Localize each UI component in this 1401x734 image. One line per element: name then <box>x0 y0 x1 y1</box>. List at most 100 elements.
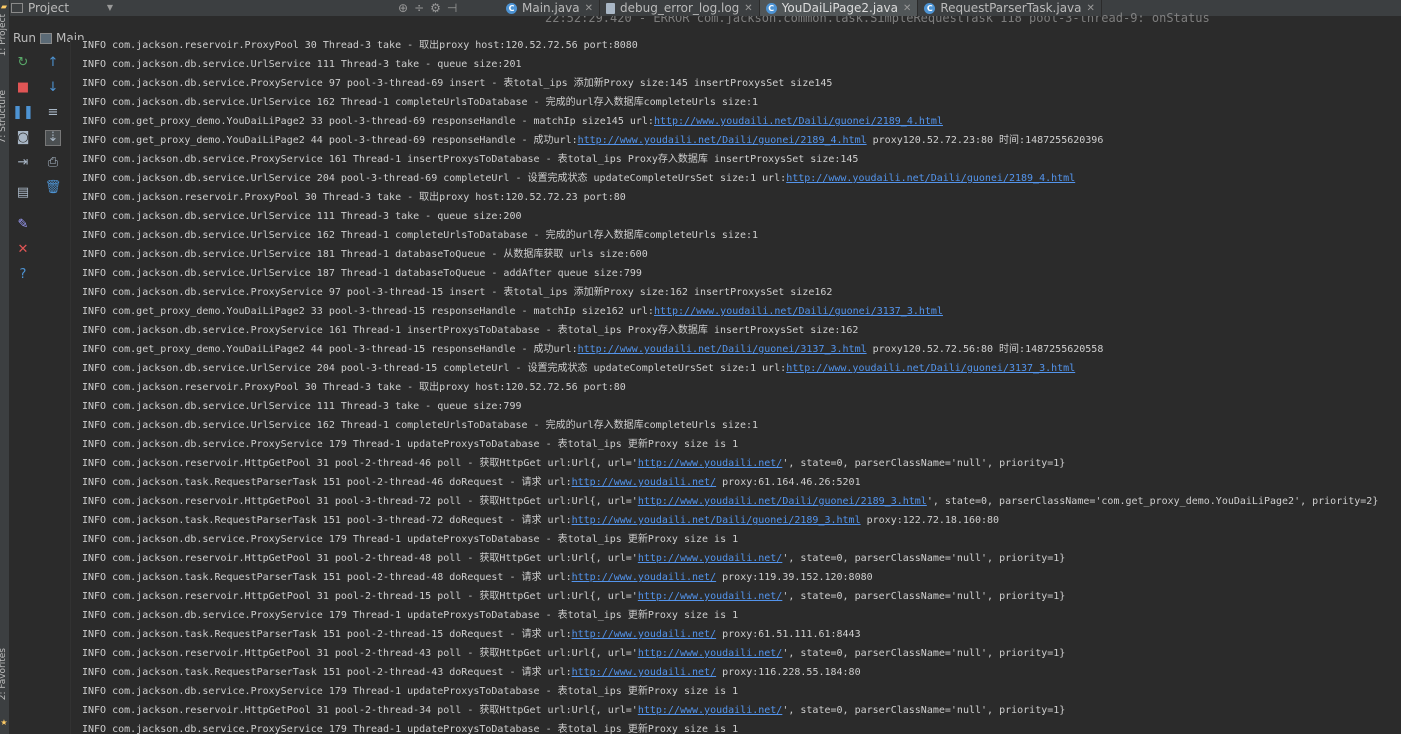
console-text: ', state=0, parserClassName='null', prio… <box>782 553 1066 564</box>
tab-label: RequestParserTask.java <box>940 1 1082 15</box>
console-text: proxy:61.51.111.61:8443 <box>716 629 861 640</box>
console-text: INFO com.jackson.db.service.UrlService 2… <box>82 363 787 374</box>
chevron-down-icon[interactable]: ▼ <box>107 3 113 12</box>
console-text: proxy120.52.72.56:80 时间:1487255620558 <box>866 344 1104 355</box>
console-line: INFO com.jackson.db.service.ProxyService… <box>82 283 832 302</box>
console-text: INFO com.get_proxy_demo.YouDaiLiPage2 44… <box>82 135 578 146</box>
console-text: INFO com.jackson.task.RequestParserTask … <box>82 667 572 678</box>
down-arrow-icon[interactable]: ↓ <box>45 80 61 96</box>
console-text: INFO com.jackson.db.service.UrlService 1… <box>82 249 648 260</box>
console-line: INFO com.jackson.reservoir.HttpGetPool 3… <box>82 549 1065 568</box>
file-icon <box>606 2 615 14</box>
console-line: INFO com.jackson.db.service.UrlService 1… <box>82 93 758 112</box>
console-text: INFO com.jackson.reservoir.HttpGetPool 3… <box>82 553 638 564</box>
console-text: ', state=0, parserClassName='null', prio… <box>782 458 1066 469</box>
console-url-link[interactable]: http://www.youdaili.net/Daili/guonei/218… <box>572 515 861 526</box>
target-icon[interactable]: ⊕ <box>398 1 408 15</box>
console-line: INFO com.jackson.db.service.UrlService 2… <box>82 169 1075 188</box>
tab-debug-error-log[interactable]: debug_error_log.log ✕ <box>600 0 760 16</box>
console-url-link[interactable]: http://www.youdaili.net/Daili/guonei/218… <box>654 116 943 127</box>
console-line: INFO com.jackson.db.service.UrlService 1… <box>82 245 648 264</box>
rerun-icon[interactable]: ↻ <box>15 55 31 71</box>
console-text: INFO com.jackson.reservoir.HttpGetPool 3… <box>82 458 638 469</box>
close-icon[interactable]: ✕ <box>15 242 31 258</box>
login-icon[interactable]: ⇥ <box>15 155 31 171</box>
folder-icon: ▰ <box>0 2 8 11</box>
project-tool-tab[interactable]: 1: Project <box>0 14 8 56</box>
console-text: INFO com.jackson.db.service.UrlService 1… <box>82 211 522 222</box>
editor-tool-icons: ⊕ ÷ ⚙ ⊣ <box>398 0 457 15</box>
console-text: INFO com.jackson.db.service.UrlService 1… <box>82 97 759 108</box>
class-icon: C <box>506 2 517 14</box>
console-text: INFO com.jackson.db.service.UrlService 2… <box>82 173 787 184</box>
gear-icon[interactable]: ⚙ <box>430 1 441 15</box>
console-text: INFO com.jackson.task.RequestParserTask … <box>82 477 572 488</box>
console-text: INFO com.jackson.db.service.UrlService 1… <box>82 59 522 70</box>
project-panel-header[interactable]: Project ▼ <box>11 0 119 15</box>
pause-icon[interactable]: ❚❚ <box>12 105 34 121</box>
up-arrow-icon[interactable]: ↑ <box>45 55 61 71</box>
collapse-icon[interactable]: ÷ <box>414 1 424 15</box>
close-icon[interactable]: ✕ <box>744 3 752 14</box>
project-panel-label: Project <box>28 0 70 15</box>
tab-requestparsertask-java[interactable]: C RequestParserTask.java ✕ <box>918 0 1102 16</box>
console-line: INFO com.jackson.reservoir.ProxyPool 30 … <box>82 188 626 207</box>
console-text: proxy:122.72.18.160:80 <box>860 515 1000 526</box>
console-output[interactable]: INFO com.jackson.reservoir.ProxyPool 30 … <box>70 40 1401 734</box>
console-line: INFO com.jackson.reservoir.HttpGetPool 3… <box>82 587 1065 606</box>
console-line: INFO com.jackson.reservoir.HttpGetPool 3… <box>82 492 1378 511</box>
console-url-link[interactable]: http://www.youdaili.net/ <box>638 458 783 469</box>
console-text: INFO com.jackson.db.service.UrlService 1… <box>82 268 642 279</box>
structure-tool-tab[interactable]: 7: Structure <box>0 90 8 144</box>
close-icon[interactable]: ✕ <box>903 3 911 14</box>
favorites-tool-tab[interactable]: 2: Favorites <box>0 648 8 700</box>
print-icon[interactable]: ⎙ <box>45 155 61 171</box>
console-line: INFO com.jackson.task.RequestParserTask … <box>82 473 861 492</box>
layout-icon[interactable]: ▤ <box>15 185 31 201</box>
console-url-link[interactable]: http://www.youdaili.net/ <box>572 477 717 488</box>
console-text: INFO com.jackson.db.service.ProxyService… <box>82 439 739 450</box>
console-text: INFO com.jackson.reservoir.HttpGetPool 3… <box>82 648 638 659</box>
console-line: INFO com.jackson.reservoir.HttpGetPool 3… <box>82 644 1065 663</box>
console-line: INFO com.jackson.reservoir.HttpGetPool 3… <box>82 454 1065 473</box>
help-icon[interactable]: ? <box>15 267 31 283</box>
camera-icon[interactable]: ◙ <box>15 130 31 146</box>
close-icon[interactable]: ✕ <box>1087 3 1095 14</box>
console-line: INFO com.jackson.db.service.ProxyService… <box>82 150 858 169</box>
console-text: INFO com.jackson.db.service.ProxyService… <box>82 686 739 697</box>
console-text: INFO com.jackson.reservoir.HttpGetPool 3… <box>82 591 638 602</box>
console-text: ', state=0, parserClassName='null', prio… <box>782 705 1066 716</box>
console-url-link[interactable]: http://www.youdaili.net/Daili/guonei/313… <box>786 363 1075 374</box>
console-url-link[interactable]: http://www.youdaili.net/ <box>638 591 783 602</box>
project-folder-icon <box>11 2 23 13</box>
trash-icon[interactable]: 🗑 <box>45 180 62 196</box>
stop-icon[interactable]: ■ <box>15 80 31 96</box>
tab-youdailipage2-java[interactable]: C YouDaiLiPage2.java ✕ <box>759 0 919 16</box>
console-line: INFO com.jackson.task.RequestParserTask … <box>82 625 861 644</box>
console-text: INFO com.jackson.reservoir.HttpGetPool 3… <box>82 496 638 507</box>
tab-main-java[interactable]: C Main.java ✕ <box>500 0 600 16</box>
tab-label: debug_error_log.log <box>620 1 740 15</box>
close-icon[interactable]: ✕ <box>585 3 593 14</box>
console-url-link[interactable]: http://www.youdaili.net/ <box>638 705 783 716</box>
console-line: INFO com.jackson.task.RequestParserTask … <box>82 511 999 530</box>
console-url-link[interactable]: http://www.youdaili.net/Daili/guonei/218… <box>578 135 867 146</box>
console-url-link[interactable]: http://www.youdaili.net/Daili/guonei/313… <box>578 344 867 355</box>
console-url-link[interactable]: http://www.youdaili.net/Daili/guonei/313… <box>654 306 943 317</box>
soft-wrap-icon[interactable]: ≡ <box>45 105 61 121</box>
console-line: INFO com.jackson.task.RequestParserTask … <box>82 568 873 587</box>
scroll-to-end-icon[interactable]: ⇣ <box>45 130 61 146</box>
console-url-link[interactable]: http://www.youdaili.net/ <box>572 572 717 583</box>
hide-icon[interactable]: ⊣ <box>447 1 457 15</box>
console-url-link[interactable]: http://www.youdaili.net/ <box>572 667 717 678</box>
console-url-link[interactable]: http://www.youdaili.net/ <box>638 648 783 659</box>
console-line: INFO com.jackson.db.service.UrlService 1… <box>82 207 522 226</box>
console-url-link[interactable]: http://www.youdaili.net/Daili/guonei/218… <box>638 496 927 507</box>
pin-icon[interactable]: ✎ <box>15 217 31 233</box>
console-text: INFO com.jackson.task.RequestParserTask … <box>82 572 572 583</box>
console-url-link[interactable]: http://www.youdaili.net/ <box>638 553 783 564</box>
console-line: INFO com.jackson.db.service.UrlService 1… <box>82 55 522 74</box>
console-url-link[interactable]: http://www.youdaili.net/Daili/guonei/218… <box>786 173 1075 184</box>
console-url-link[interactable]: http://www.youdaili.net/ <box>572 629 717 640</box>
console-line: INFO com.jackson.db.service.ProxyService… <box>82 74 832 93</box>
